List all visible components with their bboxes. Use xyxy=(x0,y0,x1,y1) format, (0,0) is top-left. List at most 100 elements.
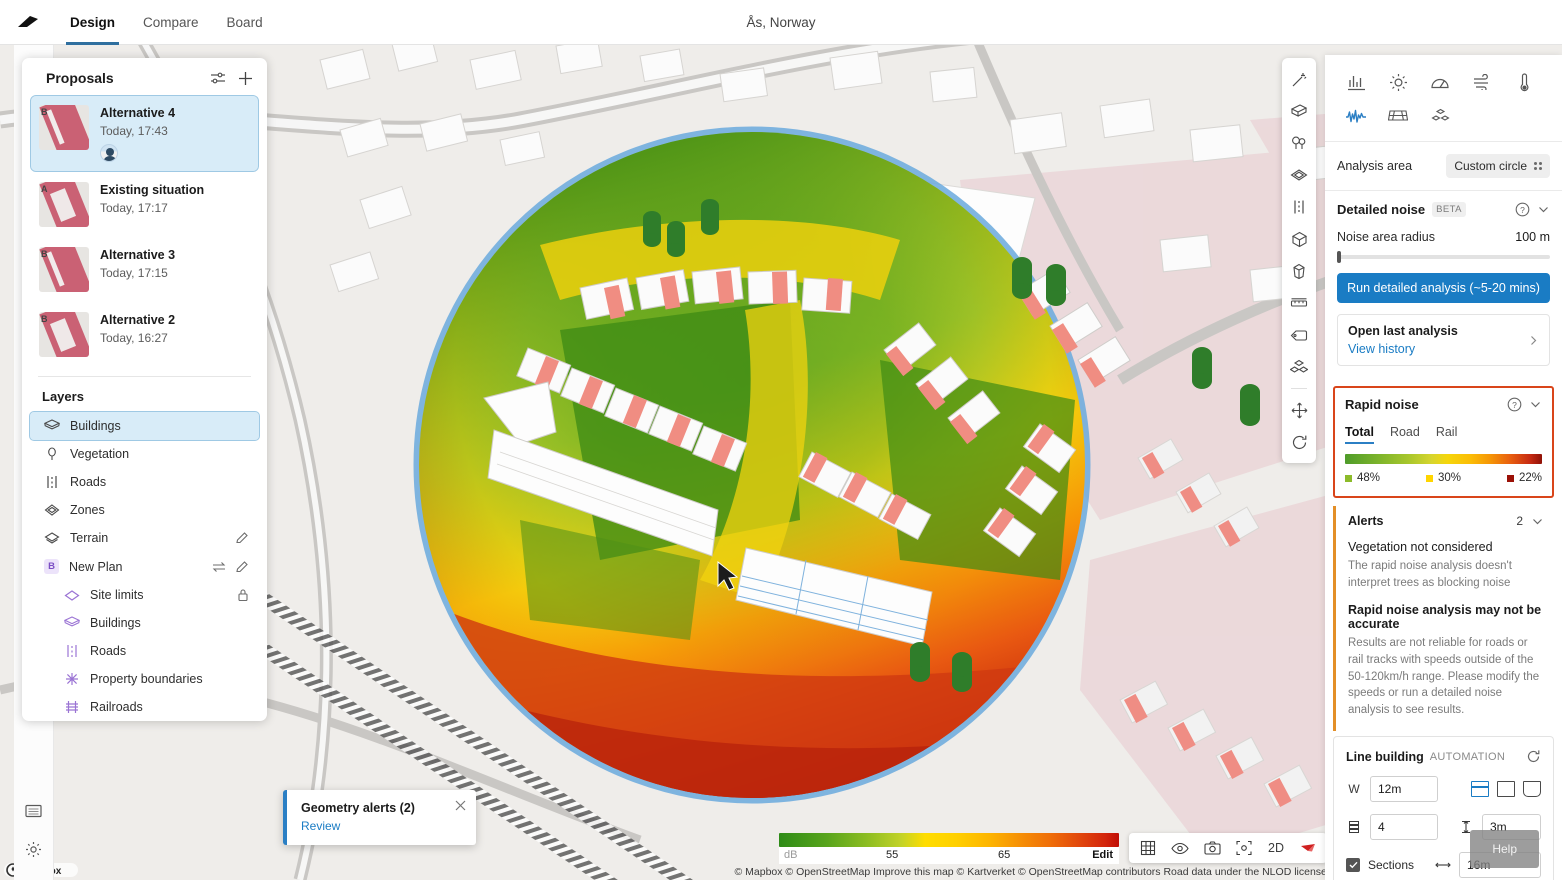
help-question-icon[interactable]: ? xyxy=(1515,202,1530,217)
camera-icon[interactable] xyxy=(1197,834,1227,862)
layer-item-plan-roads[interactable]: Roads xyxy=(30,637,259,665)
plus-icon[interactable] xyxy=(238,71,253,86)
zone-tool-icon[interactable] xyxy=(1282,159,1316,191)
tab-rail[interactable]: Rail xyxy=(1436,425,1458,444)
road-tool-icon[interactable] xyxy=(1282,191,1316,223)
tab-total[interactable]: Total xyxy=(1345,425,1374,444)
layer-item-site-limits[interactable]: Site limits xyxy=(30,581,259,609)
layer-label: Zones xyxy=(70,503,105,517)
layer-item-vegetation[interactable]: Vegetation xyxy=(30,440,259,468)
temperature-icon[interactable] xyxy=(1503,65,1545,99)
help-tooltip-button[interactable]: Help xyxy=(1470,830,1539,868)
layer-item-plan-buildings[interactable]: Buildings xyxy=(30,609,259,637)
slider-knob[interactable] xyxy=(1337,251,1341,263)
view-mode-toggle[interactable]: 2D xyxy=(1261,834,1291,862)
magic-wand-icon[interactable] xyxy=(1282,63,1316,95)
floors-input[interactable]: 4 xyxy=(1370,814,1438,840)
chevron-right-icon xyxy=(1528,334,1539,347)
noise-radius-label: Noise area radius xyxy=(1337,230,1435,244)
section-width-icon xyxy=(1435,860,1451,870)
settings-gear-icon[interactable] xyxy=(14,830,54,868)
lock-icon[interactable] xyxy=(237,588,249,602)
legend-tick-65: 65 xyxy=(998,849,1011,861)
proposal-item-alternative-4[interactable]: B Alternative 4 Today, 17:43 xyxy=(30,95,259,172)
sections-checkbox[interactable] xyxy=(1346,858,1360,872)
regenerate-icon[interactable] xyxy=(1526,749,1541,764)
vegetation-tool-icon[interactable] xyxy=(1282,127,1316,159)
proposal-name: Alternative 4 xyxy=(100,106,176,120)
shape-option-split[interactable] xyxy=(1471,781,1489,797)
keyboard-shortcuts-icon[interactable] xyxy=(14,792,54,830)
move-tool-icon[interactable] xyxy=(1282,394,1316,426)
layer-item-buildings[interactable]: Buildings xyxy=(29,411,260,441)
noise-radius-value: 100 m xyxy=(1515,230,1550,244)
legend-edit-link[interactable]: Edit xyxy=(1092,849,1113,861)
noise-distribution-stats: 48% 30% 22% xyxy=(1345,472,1542,484)
proposal-item-alternative-2[interactable]: B Alternative 2 Today, 16:27 xyxy=(31,303,258,366)
proposal-thumbnail: B xyxy=(39,247,89,292)
toast-review-link[interactable]: Review xyxy=(301,819,464,833)
layer-label: Site limits xyxy=(90,588,144,602)
detailed-noise-title: Detailed noise xyxy=(1337,202,1426,217)
view-history-link[interactable]: View history xyxy=(1348,342,1528,356)
layer-item-terrain[interactable]: Terrain xyxy=(30,524,259,552)
volume-tool-icon[interactable] xyxy=(1282,223,1316,255)
open-last-analysis-box[interactable]: Open last analysis View history xyxy=(1337,314,1550,366)
visibility-eye-icon[interactable] xyxy=(1165,834,1195,862)
solar-panel-icon[interactable] xyxy=(1377,99,1419,133)
tab-board[interactable]: Board xyxy=(213,0,277,45)
proposal-badge: B xyxy=(41,314,48,324)
layer-item-railroads[interactable]: Railroads xyxy=(30,693,259,721)
building-tool-icon[interactable] xyxy=(1282,95,1316,127)
shape-option-rounded[interactable] xyxy=(1523,781,1541,797)
chevron-down-icon[interactable] xyxy=(1531,515,1544,528)
layer-item-roads[interactable]: Roads xyxy=(30,468,259,496)
proposal-thumbnail: B xyxy=(39,105,89,150)
nav-tabs: Design Compare Board xyxy=(56,0,277,45)
analysis-area-label: Analysis area xyxy=(1337,159,1413,173)
grid-icon[interactable] xyxy=(1133,834,1163,862)
analysis-area-chip[interactable]: Custom circle xyxy=(1446,154,1550,178)
tab-road[interactable]: Road xyxy=(1390,425,1420,444)
statistics-icon[interactable] xyxy=(1335,65,1377,99)
layer-item-property-boundaries[interactable]: Property boundaries xyxy=(30,665,259,693)
extrude-tool-icon[interactable] xyxy=(1282,255,1316,287)
massing-icon[interactable] xyxy=(1419,99,1461,133)
noise-distribution-bar xyxy=(1345,454,1542,464)
proposal-item-existing-situation[interactable]: A Existing situation Today, 17:17 xyxy=(31,173,258,236)
swap-icon[interactable] xyxy=(212,560,226,574)
measure-tool-icon[interactable] xyxy=(1282,287,1316,319)
reset-view-icon[interactable] xyxy=(1282,426,1316,458)
help-question-icon[interactable]: ? xyxy=(1507,397,1522,412)
geometry-alerts-toast: Geometry alerts (2) Review xyxy=(283,790,476,845)
terrain-icon xyxy=(44,531,60,545)
edit-pencil-icon[interactable] xyxy=(235,531,249,545)
edit-pencil-icon[interactable] xyxy=(235,560,249,574)
run-detailed-analysis-button[interactable]: Run detailed analysis (~5-20 mins) xyxy=(1337,273,1550,303)
chevron-down-icon[interactable] xyxy=(1529,398,1542,411)
sections-label: Sections xyxy=(1368,858,1415,872)
north-compass-icon[interactable] xyxy=(1293,834,1323,862)
cluster-tool-icon[interactable] xyxy=(1282,351,1316,383)
noise-radius-slider[interactable] xyxy=(1337,251,1550,263)
beta-badge: BETA xyxy=(1432,202,1466,217)
daylight-icon[interactable] xyxy=(1419,65,1461,99)
label-tool-icon[interactable] xyxy=(1282,319,1316,351)
chevron-down-icon[interactable] xyxy=(1537,203,1550,216)
layer-item-new-plan[interactable]: B New Plan xyxy=(30,552,259,581)
sliders-icon[interactable] xyxy=(210,71,226,85)
app-logo[interactable] xyxy=(0,15,56,29)
line-building-panel: Line building AUTOMATION W 12m 4 3m Sect… xyxy=(1333,736,1554,880)
noise-icon[interactable] xyxy=(1335,99,1377,133)
proposal-item-alternative-3[interactable]: B Alternative 3 Today, 17:15 xyxy=(31,238,258,301)
wind-icon[interactable] xyxy=(1461,65,1503,99)
proposal-badge: A xyxy=(41,184,48,194)
tab-compare[interactable]: Compare xyxy=(129,0,213,45)
close-icon[interactable] xyxy=(454,799,467,812)
sun-icon[interactable] xyxy=(1377,65,1419,99)
shape-option-square[interactable] xyxy=(1497,781,1515,797)
layer-item-zones[interactable]: Zones xyxy=(30,496,259,524)
selection-icon[interactable] xyxy=(1229,834,1259,862)
tab-design[interactable]: Design xyxy=(56,0,129,45)
width-input[interactable]: 12m xyxy=(1370,776,1438,802)
